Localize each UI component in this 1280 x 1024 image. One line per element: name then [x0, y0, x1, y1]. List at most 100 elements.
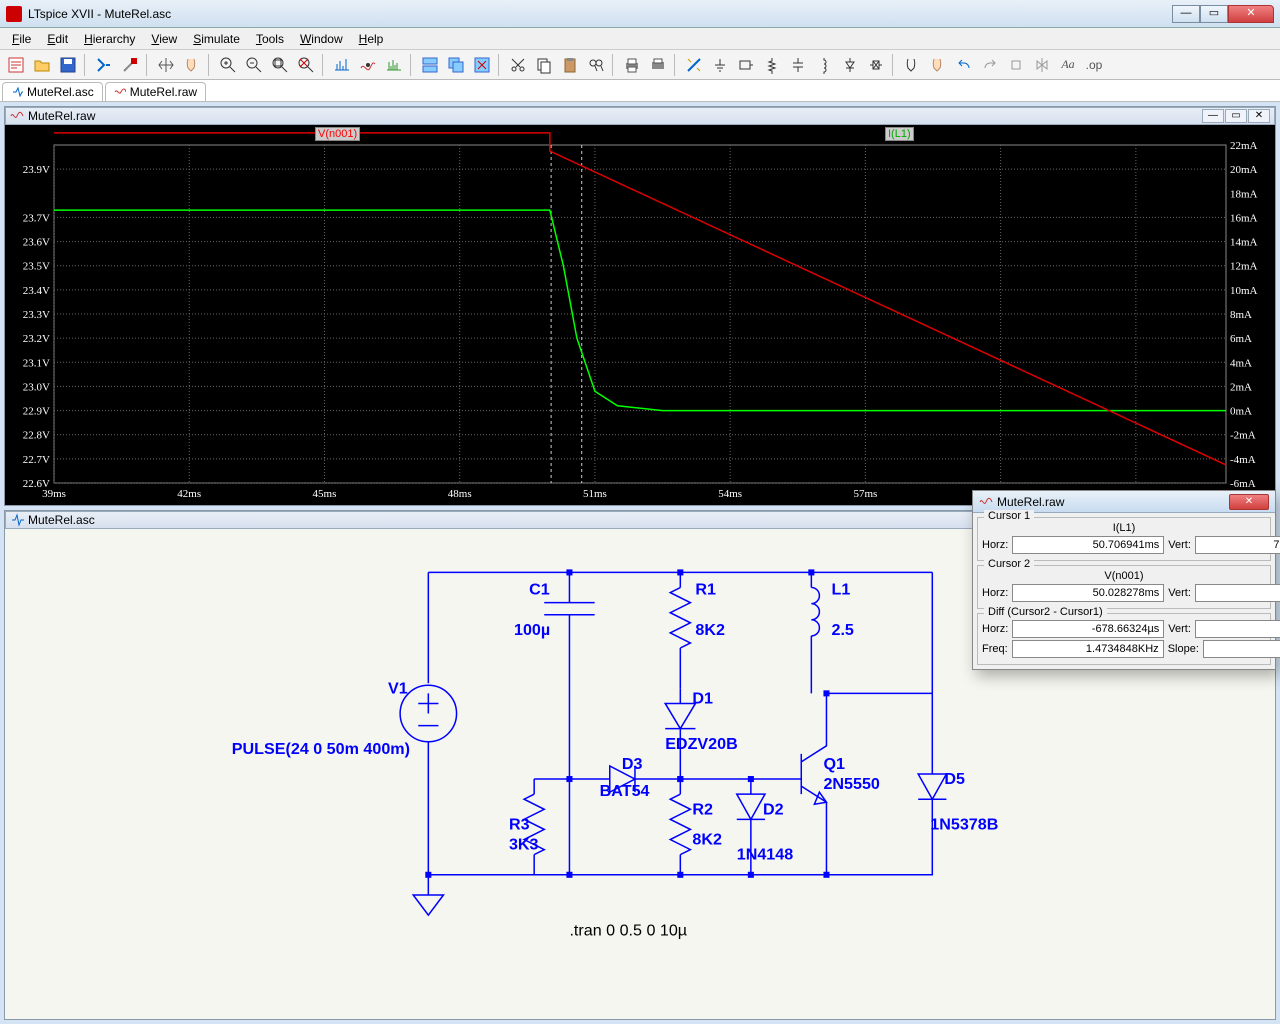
child-close-button[interactable]: ✕ [1248, 109, 1270, 123]
waveform-plot[interactable]: V(n001) I(L1) 23.9V23.7V23.6V23.5V23.4V2… [5, 125, 1275, 505]
cursor1-legend: Cursor 1 [984, 510, 1034, 522]
maximize-button[interactable]: ▭ [1200, 5, 1228, 23]
diff-vert-input[interactable] [1195, 620, 1280, 638]
component-icon[interactable] [864, 53, 888, 77]
svg-text:D1: D1 [692, 689, 713, 707]
tile-icon[interactable] [418, 53, 442, 77]
svg-text:100µ: 100µ [514, 621, 550, 639]
close-button[interactable]: ✕ [1228, 5, 1274, 23]
svg-text:0mA: 0mA [1230, 406, 1252, 418]
svg-text:45ms: 45ms [313, 488, 337, 500]
drag-icon[interactable] [180, 53, 204, 77]
find-icon[interactable] [584, 53, 608, 77]
trace-label-il1[interactable]: I(L1) [885, 127, 914, 141]
tab-bar: MuteRel.asc MuteRel.raw [0, 80, 1280, 102]
svg-text:R2: R2 [692, 800, 713, 818]
svg-text:-2mA: -2mA [1230, 430, 1256, 442]
cut-icon[interactable] [506, 53, 530, 77]
drag2-icon[interactable] [926, 53, 950, 77]
minimize-button[interactable]: — [1172, 5, 1200, 23]
svg-text:57ms: 57ms [853, 488, 877, 500]
svg-text:8mA: 8mA [1230, 309, 1252, 321]
tab-waveform[interactable]: MuteRel.raw [105, 82, 206, 101]
menu-hierarchy[interactable]: Hierarchy [76, 30, 143, 48]
svg-text:23.7V: 23.7V [23, 212, 50, 224]
capacitor-icon[interactable] [786, 53, 810, 77]
svg-text:V1: V1 [388, 679, 408, 697]
zoom-in-icon[interactable] [216, 53, 240, 77]
schematic-window-title: MuteRel.asc [28, 513, 95, 527]
svg-text:PULSE(24 0 50m 400m): PULSE(24 0 50m 400m) [232, 740, 410, 758]
pan-icon[interactable] [154, 53, 178, 77]
close-window-icon[interactable] [470, 53, 494, 77]
svg-text:12mA: 12mA [1230, 261, 1258, 273]
svg-text:8K2: 8K2 [692, 831, 722, 849]
move-icon[interactable] [900, 53, 924, 77]
trace-label-vn001[interactable]: V(n001) [315, 127, 360, 141]
child-maximize-button[interactable]: ▭ [1225, 109, 1247, 123]
menu-tools[interactable]: Tools [248, 30, 292, 48]
svg-text:EDZV20B: EDZV20B [665, 735, 738, 753]
resistor-icon[interactable] [760, 53, 784, 77]
copy-icon[interactable] [532, 53, 556, 77]
window-titlebar: LTspice XVII - MuteRel.asc — ▭ ✕ [0, 0, 1280, 28]
ground-icon[interactable] [708, 53, 732, 77]
fft-icon[interactable] [382, 53, 406, 77]
menu-view[interactable]: View [143, 30, 185, 48]
svg-text:6mA: 6mA [1230, 333, 1252, 345]
new-schematic-icon[interactable] [4, 53, 28, 77]
menu-simulate[interactable]: Simulate [185, 30, 248, 48]
svg-text:2mA: 2mA [1230, 381, 1252, 393]
spice-directive-icon[interactable]: .op [1082, 53, 1106, 77]
cursor1-vert-input[interactable] [1195, 536, 1280, 554]
setup-icon[interactable] [646, 53, 670, 77]
run-icon[interactable] [92, 53, 116, 77]
svg-text:4mA: 4mA [1230, 357, 1252, 369]
diff-freq-input[interactable] [1012, 640, 1164, 658]
redo-icon[interactable] [978, 53, 1002, 77]
menu-window[interactable]: Window [292, 30, 351, 48]
label-icon[interactable] [734, 53, 758, 77]
diff-slope-input[interactable] [1203, 640, 1280, 658]
zoom-back-icon[interactable] [294, 53, 318, 77]
svg-text:C1: C1 [529, 581, 550, 599]
menu-help[interactable]: Help [351, 30, 392, 48]
tab-label: MuteRel.asc [27, 85, 94, 99]
svg-text:54ms: 54ms [718, 488, 742, 500]
text-icon[interactable]: Aa [1056, 53, 1080, 77]
undo-icon[interactable] [952, 53, 976, 77]
menu-edit[interactable]: Edit [39, 30, 76, 48]
cursor2-horz-input[interactable] [1012, 584, 1164, 602]
halt-icon[interactable] [118, 53, 142, 77]
autorange-icon[interactable] [330, 53, 354, 77]
zoom-out-icon[interactable] [242, 53, 266, 77]
inductor-icon[interactable] [812, 53, 836, 77]
tab-schematic[interactable]: MuteRel.asc [2, 82, 103, 101]
open-icon[interactable] [30, 53, 54, 77]
zoom-fit-icon[interactable] [268, 53, 292, 77]
mirror-icon[interactable] [1030, 53, 1054, 77]
cursor1-horz-input[interactable] [1012, 536, 1164, 554]
diff-horz-input[interactable] [1012, 620, 1164, 638]
svg-text:D5: D5 [944, 770, 965, 788]
cursor-dialog[interactable]: MuteRel.raw ✕ Cursor 1 I(L1) Horz: Vert:… [972, 490, 1276, 670]
svg-text:23.9V: 23.9V [23, 164, 50, 176]
cascade-icon[interactable] [444, 53, 468, 77]
dialog-close-button[interactable]: ✕ [1229, 494, 1269, 510]
diff-legend: Diff (Cursor2 - Cursor1) [984, 606, 1107, 618]
cursor2-vert-input[interactable] [1195, 584, 1280, 602]
window-title: LTspice XVII - MuteRel.asc [28, 7, 1172, 21]
svg-text:22.8V: 22.8V [23, 430, 50, 442]
waveform-tab-icon [114, 86, 126, 98]
menu-file[interactable]: File [4, 30, 39, 48]
tab-label: MuteRel.raw [130, 85, 197, 99]
save-icon[interactable] [56, 53, 80, 77]
print-icon[interactable] [620, 53, 644, 77]
rotate-icon[interactable] [1004, 53, 1028, 77]
paste-icon[interactable] [558, 53, 582, 77]
diode-icon[interactable] [838, 53, 862, 77]
svg-text:D3: D3 [622, 755, 643, 773]
child-minimize-button[interactable]: — [1202, 109, 1224, 123]
wire-icon[interactable] [682, 53, 706, 77]
pick-trace-icon[interactable] [356, 53, 380, 77]
